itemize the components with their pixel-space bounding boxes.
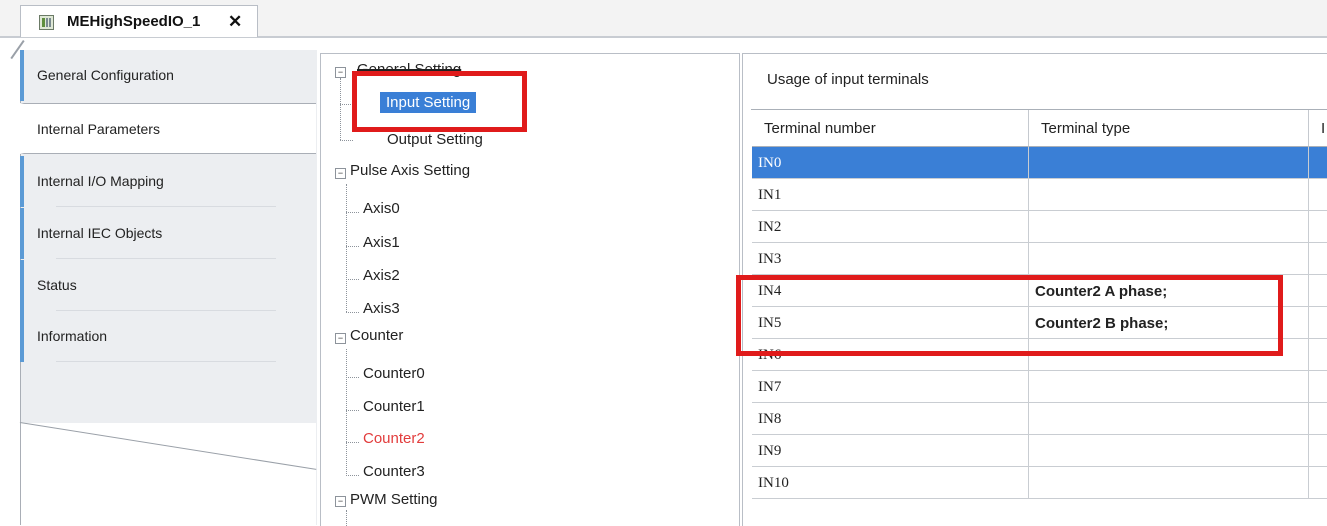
terminal-number-cell: IN4 — [752, 275, 1029, 307]
tree-connector — [340, 140, 353, 141]
table-row[interactable]: IN3 — [752, 243, 1327, 275]
nav-item-general-configuration[interactable]: General Configuration — [20, 50, 316, 101]
column-header-third[interactable]: I — [1309, 110, 1327, 147]
settings-tree: − − − − General Setting Input Setting Ou… — [320, 53, 740, 526]
terminal-type-cell — [1029, 371, 1309, 403]
tree-node-pulse-axis-setting[interactable]: Pulse Axis Setting — [350, 162, 470, 179]
tree-node-counter3[interactable]: Counter3 — [363, 463, 425, 480]
table-row[interactable]: IN9 — [752, 435, 1327, 467]
tree-connector — [346, 377, 359, 378]
table-row[interactable]: IN8 — [752, 403, 1327, 435]
nav-item-internal-io-mapping[interactable]: Internal I/O Mapping — [20, 156, 316, 207]
tree-node-counter2[interactable]: Counter2 — [363, 430, 425, 447]
tree-node-counter[interactable]: Counter — [350, 327, 403, 344]
terminal-number-cell: IN2 — [752, 211, 1029, 243]
terminal-type-cell — [1029, 403, 1309, 435]
terminal-number-cell: IN3 — [752, 243, 1029, 275]
terminal-number-cell: IN8 — [752, 403, 1029, 435]
terminal-type-cell — [1029, 339, 1309, 371]
panel-title: Usage of input terminals — [767, 71, 929, 88]
terminal-type-cell — [1029, 179, 1309, 211]
nav-item-label: Internal I/O Mapping — [37, 173, 164, 189]
terminal-number-cell: IN0 — [752, 147, 1029, 179]
table-row[interactable]: IN5 Counter2 B phase; — [752, 307, 1327, 339]
tree-node-axis0[interactable]: Axis0 — [363, 200, 400, 217]
table-row[interactable]: IN1 — [752, 179, 1327, 211]
nav-item-label: Internal Parameters — [37, 121, 160, 137]
editor-tab-bar: MEHighSpeedIO_1 ✕ — [0, 0, 1327, 60]
terminal-number-cell: IN1 — [752, 179, 1029, 211]
input-terminals-panel: Usage of input terminals Terminal number… — [742, 53, 1327, 526]
tree-connector — [346, 246, 359, 247]
nav-item-status[interactable]: Status — [20, 260, 316, 311]
tree-node-axis3[interactable]: Axis3 — [363, 300, 400, 317]
tab-title: MEHighSpeedIO_1 — [67, 13, 201, 30]
table-row[interactable]: IN4 Counter2 A phase; — [752, 275, 1327, 307]
terminal-type-cell — [1029, 147, 1309, 179]
terminal-type-cell: Counter2 A phase; — [1029, 275, 1309, 307]
nav-separator — [56, 361, 276, 362]
nav-item-label: Status — [37, 277, 77, 293]
table-row[interactable]: IN7 — [752, 371, 1327, 403]
tree-node-axis2[interactable]: Axis2 — [363, 267, 400, 284]
tree-connector — [346, 212, 359, 213]
tree-node-output-setting[interactable]: Output Setting — [387, 131, 483, 148]
collapse-icon[interactable]: − — [335, 333, 346, 344]
tree-node-axis1[interactable]: Axis1 — [363, 234, 400, 251]
tree-node-input-setting[interactable]: Input Setting — [380, 92, 477, 113]
close-icon[interactable]: ✕ — [228, 12, 242, 32]
tree-connector — [346, 442, 359, 443]
nav-item-information[interactable]: Information — [20, 311, 316, 362]
table-row[interactable]: IN2 — [752, 211, 1327, 243]
collapse-icon[interactable]: − — [335, 67, 346, 78]
table-row[interactable]: IN0 — [752, 147, 1327, 179]
terminal-type-cell — [1029, 467, 1309, 499]
terminal-number-cell: IN10 — [752, 467, 1029, 499]
tree-node-counter1[interactable]: Counter1 — [363, 398, 425, 415]
side-nav-empty-area — [21, 423, 316, 525]
terminal-type-cell — [1029, 211, 1309, 243]
tree-connector — [346, 349, 347, 476]
table-row[interactable]: IN10 — [752, 467, 1327, 499]
input-terminals-table: Terminal number Terminal type I IN0 IN1 … — [751, 109, 1327, 499]
tree-connector — [340, 78, 341, 140]
nav-item-internal-parameters[interactable]: Internal Parameters — [20, 103, 316, 154]
collapse-icon[interactable]: − — [335, 496, 346, 507]
nav-item-internal-iec-objects[interactable]: Internal IEC Objects — [20, 208, 316, 259]
tree-node-pwm-setting[interactable]: PWM Setting — [350, 491, 438, 508]
terminal-type-cell — [1029, 243, 1309, 275]
nav-separator — [56, 258, 276, 259]
tree-node-general-setting[interactable]: General Setting — [357, 61, 461, 78]
tree-connector — [346, 475, 359, 476]
tree-connector — [346, 279, 359, 280]
tree-connector — [340, 104, 353, 105]
tree-connector — [346, 184, 347, 312]
terminal-number-cell: IN7 — [752, 371, 1029, 403]
tree-connector — [346, 510, 347, 526]
terminal-type-cell — [1029, 435, 1309, 467]
column-header-terminal-number[interactable]: Terminal number — [752, 110, 1029, 147]
terminal-number-cell: IN9 — [752, 435, 1029, 467]
tree-connector — [346, 312, 359, 313]
editor-side-nav: General Configuration Internal Parameter… — [0, 50, 317, 525]
tree-node-counter0[interactable]: Counter0 — [363, 365, 425, 382]
terminal-number-cell: IN5 — [752, 307, 1029, 339]
table-row[interactable]: IN6 — [752, 339, 1327, 371]
nav-item-label: Internal IEC Objects — [37, 225, 163, 241]
nav-item-label: General Configuration — [37, 67, 174, 83]
tree-connector — [346, 410, 359, 411]
nav-separator — [56, 206, 276, 207]
nav-item-label: Information — [37, 328, 108, 344]
column-header-terminal-type[interactable]: Terminal type — [1029, 110, 1309, 147]
device-icon — [39, 15, 54, 30]
terminal-type-cell: Counter2 B phase; — [1029, 307, 1309, 339]
device-editor-tab[interactable]: MEHighSpeedIO_1 ✕ — [10, 5, 258, 60]
terminal-number-cell: IN6 — [752, 339, 1029, 371]
collapse-icon[interactable]: − — [335, 168, 346, 179]
